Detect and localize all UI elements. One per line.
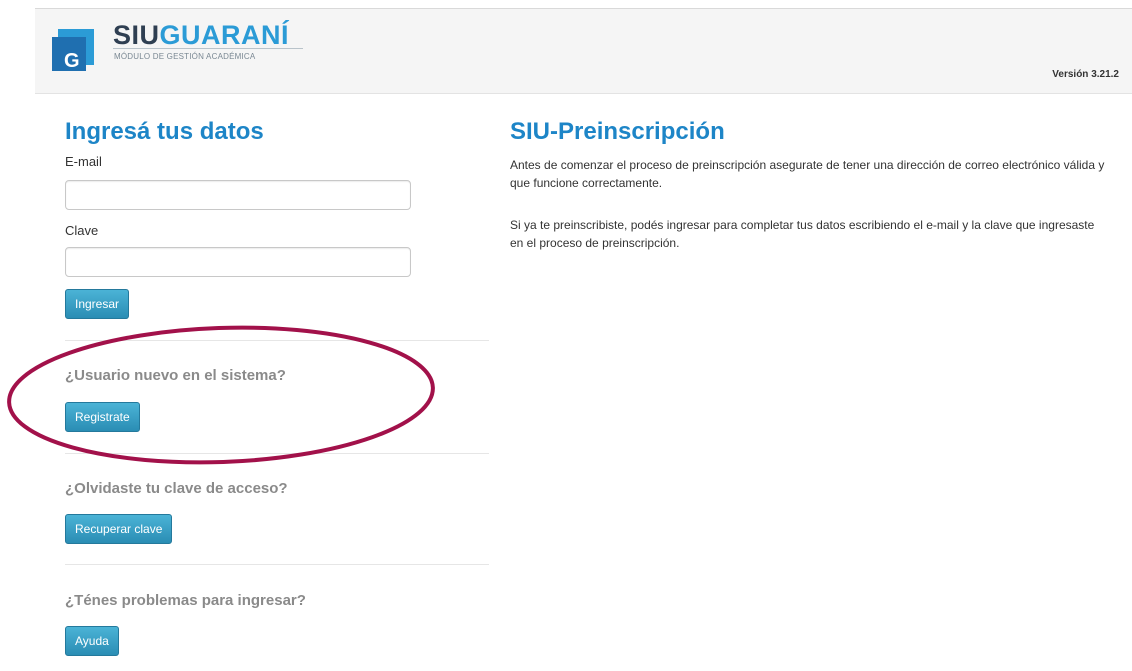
new-user-question: ¿Usuario nuevo en el sistema?	[65, 367, 286, 384]
forgot-password-question: ¿Olvidaste tu clave de acceso?	[65, 480, 288, 497]
logo-guarani-text: GUARANÍ	[159, 20, 290, 50]
recover-password-button[interactable]: Recuperar clave	[65, 514, 173, 544]
email-field[interactable]	[65, 180, 411, 210]
register-button[interactable]: Registrate	[65, 402, 140, 432]
svg-text:G: G	[64, 50, 80, 71]
version-label: Versión 3.21.2	[1052, 69, 1119, 80]
divider	[65, 340, 489, 341]
logo-siu-text: SIU	[113, 20, 160, 50]
login-title: Ingresá tus datos	[65, 118, 264, 145]
divider	[65, 564, 489, 565]
divider	[65, 453, 489, 454]
preinscription-returning-text: Si ya te preinscribiste, podés ingresar …	[510, 218, 1095, 250]
password-label: Clave	[65, 223, 99, 238]
help-button[interactable]: Ayuda	[65, 626, 119, 656]
logo-underline	[113, 48, 303, 49]
highlight-ellipse	[7, 325, 435, 465]
login-button[interactable]: Ingresar	[65, 289, 130, 319]
logo-wordmark: SIUGUARANÍ	[113, 20, 289, 50]
login-problems-question: ¿Ténes problemas para ingresar?	[65, 592, 306, 609]
logo-tagline: MÓDULO DE GESTIÓN ACADÉMICA	[114, 52, 256, 61]
email-label: E-mail	[65, 154, 102, 169]
preinscription-title: SIU-Preinscripción	[510, 118, 725, 145]
password-field[interactable]	[65, 247, 411, 277]
siu-guarani-logo-icon: G	[52, 29, 94, 71]
preinscription-intro-text: Antes de comenzar el proceso de preinscr…	[510, 158, 1105, 190]
highlight-annotation	[7, 325, 435, 465]
